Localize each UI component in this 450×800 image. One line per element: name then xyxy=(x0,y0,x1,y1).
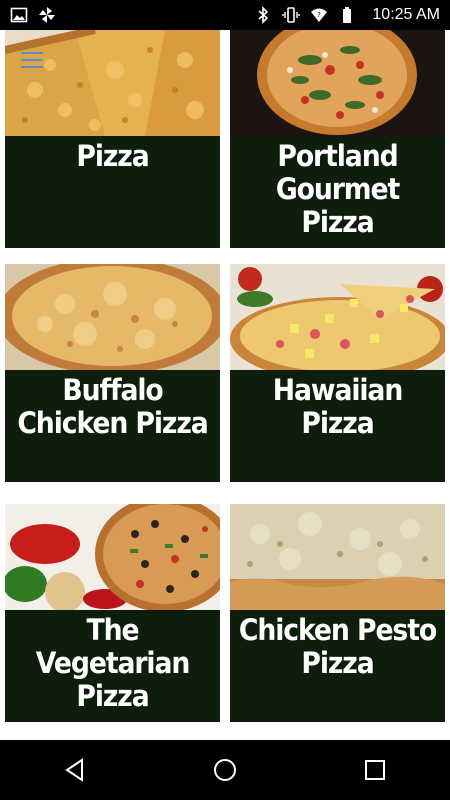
status-right: ? 10:25 AM xyxy=(254,6,440,24)
hawaiian-pizza-photo xyxy=(230,264,445,370)
card-hawaiian-pizza[interactable]: Hawaiian Pizza xyxy=(230,264,445,482)
status-left xyxy=(10,6,56,24)
menu-line xyxy=(21,59,43,61)
pinwheel-icon xyxy=(38,6,56,24)
image-icon xyxy=(10,6,28,24)
card-portland-gourmet-pizza[interactable]: Portland Gourmet Pizza xyxy=(230,30,445,248)
vegetarian-pizza-photo xyxy=(5,504,220,610)
card-title: Hawaiian Pizza xyxy=(272,373,404,440)
recents-button[interactable] xyxy=(355,750,395,790)
chicken-pesto-pizza-photo xyxy=(230,504,445,610)
status-time: 10:25 AM xyxy=(372,6,440,23)
portland-gourmet-pizza-photo xyxy=(230,30,445,136)
card-title: Chicken Pesto Pizza xyxy=(238,613,437,680)
back-button[interactable] xyxy=(55,750,95,790)
card-title: The Vegetarian Pizza xyxy=(35,613,191,713)
card-chicken-pesto-pizza[interactable]: Chicken Pesto Pizza xyxy=(230,504,445,722)
vibrate-icon xyxy=(282,6,301,24)
card-title: Portland Gourmet Pizza xyxy=(275,139,400,239)
recents-icon xyxy=(365,760,385,780)
back-icon xyxy=(65,758,83,782)
bluetooth-icon xyxy=(254,6,272,24)
pizza-photo xyxy=(5,30,220,136)
svg-text:?: ? xyxy=(318,11,322,19)
status-bar: ? 10:25 AM xyxy=(0,0,450,30)
battery-icon xyxy=(338,6,356,24)
home-button[interactable] xyxy=(205,750,245,790)
buffalo-chicken-pizza-photo xyxy=(5,264,220,370)
grid-bottom-spacer xyxy=(0,730,450,740)
hamburger-menu-icon[interactable] xyxy=(21,52,43,68)
home-icon xyxy=(214,759,236,781)
pizza-grid: Pizza Portland Gourmet Pizza Buffalo Chi… xyxy=(0,30,450,740)
card-the-vegetarian-pizza[interactable]: The Vegetarian Pizza xyxy=(5,504,220,722)
menu-line xyxy=(21,52,43,54)
card-title: Pizza xyxy=(76,139,149,173)
card-buffalo-chicken-pizza[interactable]: Buffalo Chicken Pizza xyxy=(5,264,220,482)
card-title: Buffalo Chicken Pizza xyxy=(17,373,208,440)
menu-line xyxy=(21,66,43,68)
navigation-bar xyxy=(0,740,450,800)
wifi-icon: ? xyxy=(310,6,328,24)
